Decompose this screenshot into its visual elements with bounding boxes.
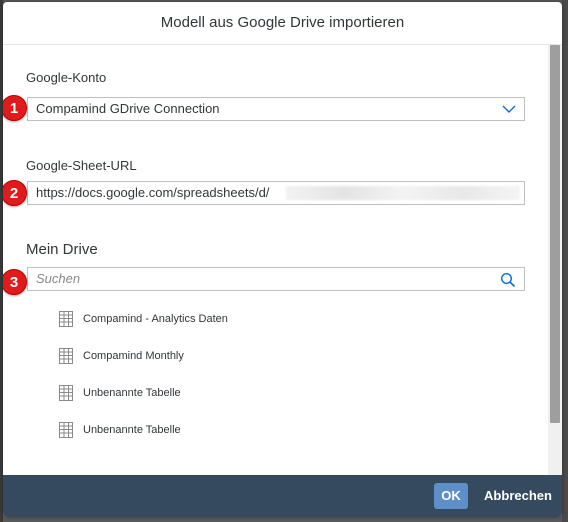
search-placeholder: Suchen [36,271,81,286]
account-label: Google-Konto [26,70,107,85]
account-select-value: Compamind GDrive Connection [36,101,220,116]
spreadsheet-icon [59,385,73,401]
backdrop-edge [562,0,568,522]
dialog-content: Google-Konto Compamind GDrive Connection… [3,45,562,475]
step-badge-3: 3 [3,269,27,295]
spreadsheet-icon [59,311,73,327]
redacted-url-part [286,186,520,200]
list-item-label: Compamind Monthly [83,350,184,362]
scrollbar-thumb[interactable] [550,45,560,423]
drive-search-input[interactable]: Suchen [27,267,525,291]
drive-title: Mein Drive [26,241,98,258]
dialog-title: Modell aus Google Drive importieren [3,2,562,45]
sheet-url-input[interactable]: https://docs.google.com/spreadsheets/d/ [27,181,525,205]
spreadsheet-icon [59,422,73,438]
import-dialog: Modell aus Google Drive importieren Goog… [3,2,562,517]
list-item-label: Compamind - Analytics Daten [83,313,228,325]
search-icon[interactable] [500,272,516,288]
ok-button[interactable]: OK [434,483,468,509]
step-badge-2: 2 [3,180,27,206]
cancel-button[interactable]: Abbrechen [477,483,559,509]
dialog-footer: OK Abbrechen [3,475,562,517]
step-badge-1: 1 [3,95,27,121]
sheet-url-value: https://docs.google.com/spreadsheets/d/ [36,185,270,200]
chevron-down-icon[interactable] [502,104,516,114]
sheet-url-label: Google-Sheet-URL [26,158,137,173]
spreadsheet-icon [59,348,73,364]
list-item-label: Unbenannte Tabelle [83,424,181,436]
list-item-label: Unbenannte Tabelle [83,387,181,399]
account-select[interactable]: Compamind GDrive Connection [27,97,525,121]
